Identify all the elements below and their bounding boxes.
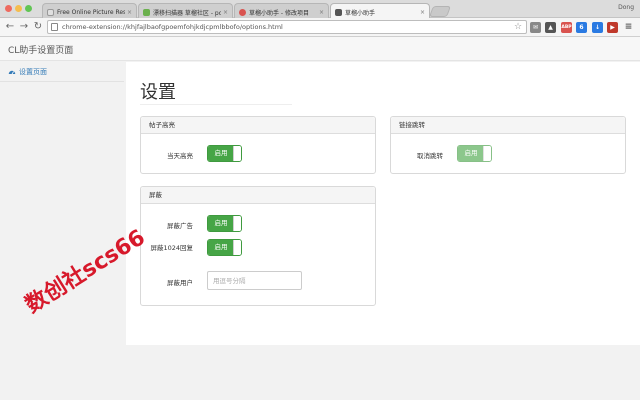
brand-title[interactable]: CL助手设置页面 — [8, 43, 73, 56]
tab-close-icon[interactable]: × — [223, 9, 228, 16]
panel-heading: 屏蔽 — [141, 187, 375, 204]
browser-tab[interactable]: 草榴小助手 - 修改项目 × — [234, 3, 329, 18]
forward-arrow-icon[interactable]: → — [18, 21, 30, 33]
media-extension-icon[interactable]: ▶ — [607, 22, 618, 33]
options-page: CL助手设置页面 设置页面 设置 帖子高亮 当天高亮 启用 链接跳转 取消跳转 … — [0, 37, 640, 400]
tab-title: 草榴小助手 - 修改项目 — [249, 9, 309, 17]
toggle-on-label: 启用 — [458, 146, 484, 161]
reload-icon[interactable]: ↻ — [32, 21, 44, 33]
sidebar-divider — [0, 81, 124, 82]
bookmark-star-icon[interactable]: ☆ — [514, 20, 522, 34]
setting-label: 屏蔽广告 — [167, 222, 193, 230]
setting-label: 当天高亮 — [167, 152, 193, 160]
bird-favicon-icon — [335, 8, 342, 16]
sidebar-item-settings[interactable]: 设置页面 — [8, 67, 47, 77]
profile-name[interactable]: Dong — [618, 4, 634, 11]
toggle-on-label: 启用 — [208, 146, 234, 161]
address-bar[interactable]: chrome-extension://khjfajlbaofgpoemfohjk… — [47, 20, 527, 34]
extension-favicon-icon — [239, 8, 246, 16]
toggle-knob — [483, 146, 491, 161]
page-favicon-icon — [47, 8, 54, 16]
blocked-users-input[interactable] — [207, 271, 302, 290]
browser-toolbar: ← → ↻ chrome-extension://khjfajlbaofgpoe… — [0, 18, 640, 37]
toggle-on-label: 启用 — [208, 240, 234, 255]
block-ads-toggle[interactable]: 启用 — [207, 215, 242, 232]
leaf-favicon-icon — [143, 8, 150, 16]
main-content: 设置 帖子高亮 当天高亮 启用 链接跳转 取消跳转 启用 屏蔽 屏蔽广告 启用 … — [126, 62, 640, 345]
page-icon — [51, 23, 58, 31]
same-day-highlight-toggle[interactable]: 启用 — [207, 145, 242, 162]
new-tab-button[interactable] — [428, 6, 452, 17]
setting-label: 取消跳转 — [417, 152, 443, 160]
browser-tab-active[interactable]: 草榴小助手 × — [330, 3, 430, 18]
tab-title: 草榴小助手 — [345, 9, 376, 17]
redirect-panel: 链接跳转 取消跳转 启用 — [390, 116, 626, 174]
title-divider — [140, 104, 292, 105]
address-url: chrome-extension://khjfajlbaofgpoemfohjk… — [62, 23, 283, 31]
block-panel: 屏蔽 屏蔽广告 启用 屏蔽1024回复 启用 屏蔽用户 — [140, 186, 376, 306]
toggle-knob — [233, 146, 241, 161]
tab-close-icon[interactable]: × — [319, 9, 324, 16]
dashboard-icon — [8, 70, 16, 75]
highlight-panel: 帖子高亮 当天高亮 启用 — [140, 116, 376, 174]
browser-tab-bar: Free Online Picture Resize × 漂移扫描器 草榴社区 … — [0, 0, 640, 18]
page-header: CL助手设置页面 — [0, 37, 640, 61]
window-zoom-button[interactable] — [25, 5, 32, 12]
weibo-icon[interactable]: 6 — [576, 22, 587, 33]
adblock-icon[interactable]: ABP — [561, 22, 572, 33]
toggle-knob — [233, 240, 241, 255]
cancel-redirect-toggle[interactable]: 启用 — [457, 145, 492, 162]
window-close-button[interactable] — [5, 5, 12, 12]
block-1024-replies-toggle[interactable]: 启用 — [207, 239, 242, 256]
page-title: 设置 — [140, 82, 176, 103]
browser-tab[interactable]: Free Online Picture Resize × — [42, 3, 137, 18]
tab-title: Free Online Picture Resize — [57, 8, 125, 16]
extension-icon[interactable]: ▲ — [545, 22, 556, 33]
toggle-knob — [233, 216, 241, 231]
window-minimize-button[interactable] — [15, 5, 22, 12]
browser-tab[interactable]: 漂移扫描器 草榴社区 - powe × — [138, 3, 233, 18]
toggle-on-label: 启用 — [208, 216, 234, 231]
tab-title: 漂移扫描器 草榴社区 - powe — [153, 9, 221, 17]
tab-close-icon[interactable]: × — [420, 9, 425, 16]
sidebar-item-label: 设置页面 — [19, 68, 47, 76]
back-arrow-icon[interactable]: ← — [4, 21, 16, 33]
mail-icon[interactable]: ✉ — [530, 22, 541, 33]
setting-label: 屏蔽用户 — [167, 279, 193, 287]
download-icon[interactable]: ↓ — [592, 22, 603, 33]
tab-close-icon[interactable]: × — [127, 9, 132, 16]
setting-label: 屏蔽1024回复 — [150, 244, 193, 252]
menu-icon[interactable]: ≡ — [623, 22, 634, 33]
panel-heading: 链接跳转 — [391, 117, 625, 134]
panel-heading: 帖子高亮 — [141, 117, 375, 134]
